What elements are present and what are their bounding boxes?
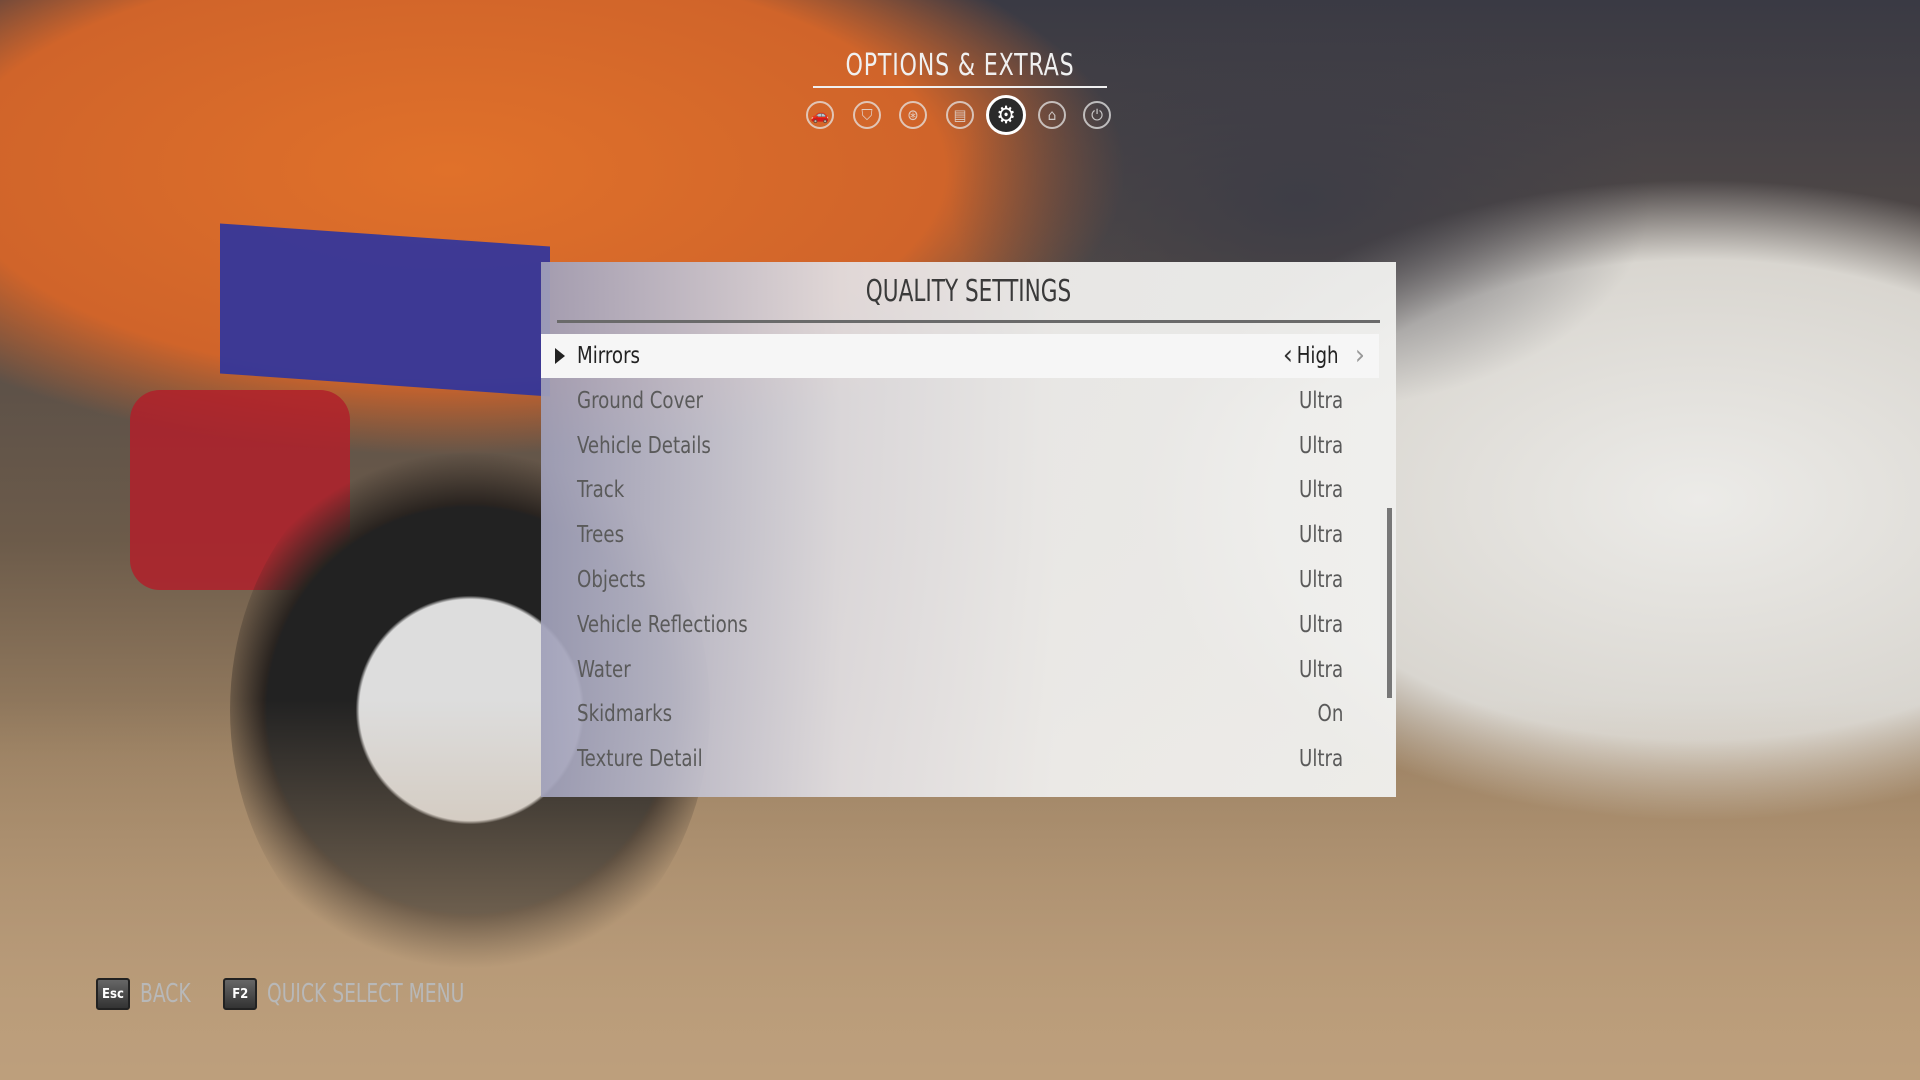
setting-row[interactable]: Track Ultra — [541, 468, 1379, 512]
f2-key-icon: F2 — [223, 978, 258, 1010]
tab-gears-icon[interactable]: ⚙ — [986, 95, 1026, 135]
power-icon: ⏻ — [1091, 106, 1103, 124]
setting-label: Ground Cover — [577, 387, 704, 414]
setting-value: Ultra — [1298, 387, 1343, 414]
back-button[interactable]: BACK — [140, 979, 191, 1009]
category-tabs: 🚗 ⛉ ⊛ ▤ ⚙ ⌂ ⏻ — [806, 95, 1116, 135]
setting-label: Skidmarks — [577, 701, 673, 728]
selection-caret-icon — [555, 348, 565, 364]
chevron-right-icon[interactable]: › — [1355, 338, 1365, 371]
setting-row[interactable]: Water Ultra — [541, 648, 1379, 692]
tab-wheel-icon[interactable]: ⊛ — [899, 101, 927, 129]
setting-row[interactable]: ‹ › Mirrors High — [541, 334, 1379, 378]
setting-label: Track — [577, 477, 625, 504]
setting-row[interactable]: Trees Ultra — [541, 513, 1379, 557]
setting-label: Vehicle Details — [577, 432, 711, 459]
setting-label: Texture Detail — [577, 746, 703, 773]
tab-car-icon[interactable]: 🚗 — [806, 101, 834, 129]
setting-value: Ultra — [1298, 567, 1343, 593]
setting-value: Ultra — [1298, 611, 1343, 638]
setting-row[interactable]: Texture Detail Ultra — [541, 737, 1379, 781]
gears-icon: ⚙ — [996, 101, 1016, 129]
setting-label: Water — [577, 656, 631, 683]
panel-divider — [557, 320, 1380, 323]
tab-graduation-cap-icon[interactable]: ⌂ — [1038, 101, 1066, 129]
setting-label: Vehicle Reflections — [577, 611, 748, 638]
setting-row[interactable]: Vehicle Details Ultra — [541, 424, 1379, 468]
quick-select-menu-button[interactable]: QUICK SELECT MENU — [267, 979, 464, 1009]
chevron-left-icon[interactable]: ‹ — [1283, 338, 1293, 371]
footer-hints: Esc BACK F2 QUICK SELECT MENU — [96, 978, 504, 1010]
setting-value: Ultra — [1298, 746, 1343, 773]
setting-value: On — [1317, 701, 1343, 728]
tab-badge-icon[interactable]: ⛉ — [853, 101, 881, 129]
wheel-icon: ⊛ — [907, 106, 919, 124]
tab-power-icon[interactable]: ⏻ — [1083, 101, 1111, 129]
tab-id-card-icon[interactable]: ▤ — [946, 101, 974, 129]
setting-label: Objects — [577, 567, 646, 593]
setting-row[interactable]: Vehicle Reflections Ultra — [541, 603, 1379, 647]
esc-key-icon: Esc — [96, 978, 130, 1010]
badge-icon: ⛉ — [861, 106, 873, 124]
setting-value: High — [1297, 343, 1339, 369]
setting-value: Ultra — [1298, 477, 1343, 504]
setting-value: Ultra — [1298, 656, 1343, 683]
car-icon: 🚗 — [810, 106, 830, 124]
setting-value: Ultra — [1298, 522, 1343, 549]
page-title: OPTIONS & EXTRAS — [845, 48, 1075, 83]
title-divider — [813, 86, 1107, 88]
setting-label: Mirrors — [577, 343, 641, 369]
setting-value: Ultra — [1298, 432, 1343, 459]
panel-title: QUALITY SETTINGS — [865, 274, 1072, 309]
id-card-icon: ▤ — [953, 106, 967, 124]
quality-settings-panel: QUALITY SETTINGS ‹ › Mirrors High Ground Cov… — [541, 262, 1396, 797]
scrollbar[interactable] — [1387, 508, 1392, 698]
graduation-cap-icon: ⌂ — [1047, 106, 1057, 124]
background-car-stripe — [220, 223, 550, 397]
setting-label: Trees — [577, 522, 625, 549]
setting-row[interactable]: Skidmarks On — [541, 692, 1379, 736]
setting-row[interactable]: Ground Cover Ultra — [541, 379, 1379, 423]
setting-row[interactable]: Objects Ultra — [541, 558, 1379, 602]
